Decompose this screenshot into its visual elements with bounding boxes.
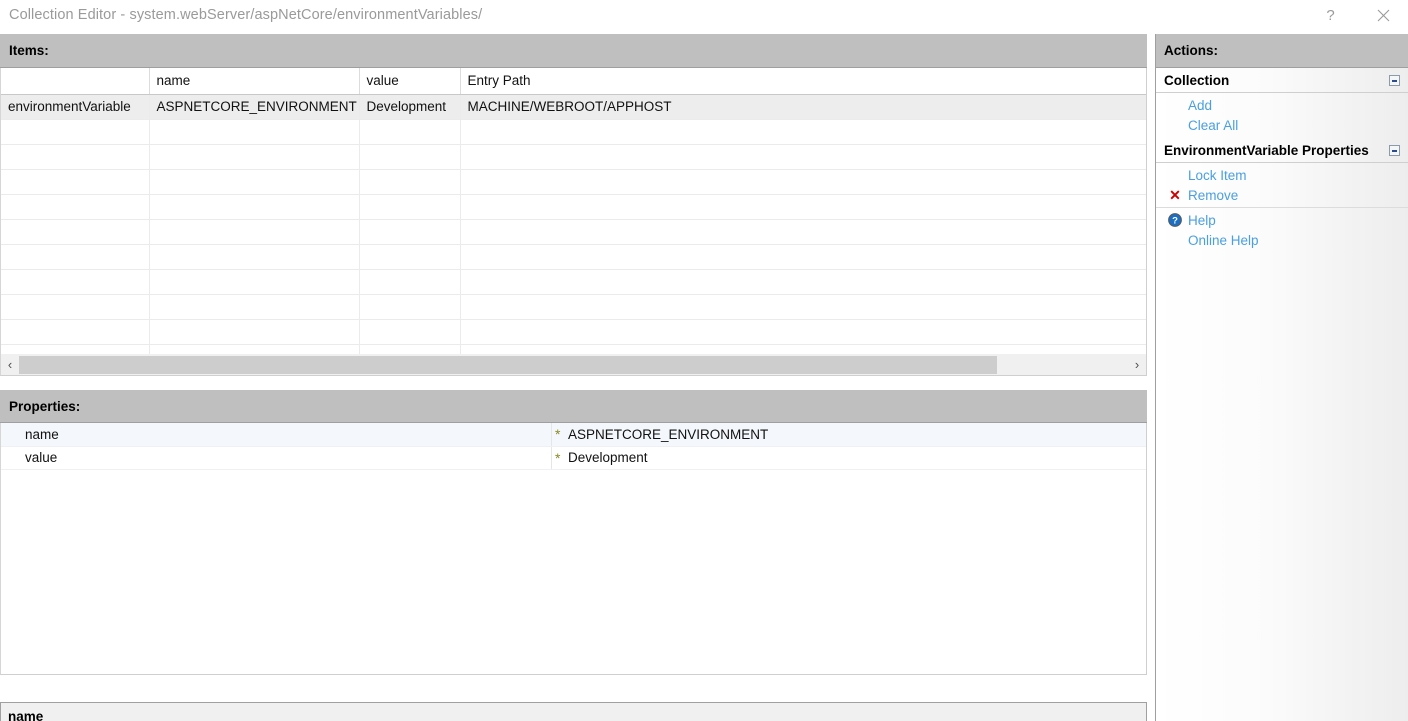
required-asterisk-icon: * [551,446,564,470]
actions-panel: Actions: Collection Add Clear All Enviro… [1155,34,1408,721]
cell-value: Development [359,94,461,120]
action-add-label: Add [1188,97,1213,113]
action-clear-all[interactable]: Clear All [1156,115,1408,135]
properties-grid[interactable]: name * ASPNETCORE_ENVIRONMENT value * De… [0,423,1147,675]
action-icon-placeholder [1166,117,1184,133]
action-online-help-label: Online Help [1188,232,1259,248]
action-online-help[interactable]: Online Help [1156,230,1408,250]
action-lock-item-label: Lock Item [1188,167,1247,183]
property-label-value: value [1,446,552,470]
property-value-name[interactable]: ASPNETCORE_ENVIRONMENT [564,423,1146,447]
table-row[interactable] [1,244,1146,270]
property-label-name: name [1,423,552,447]
properties-table: name * ASPNETCORE_ENVIRONMENT value * De… [1,423,1146,470]
column-header-element[interactable] [1,68,150,95]
cell-element: environmentVariable [1,94,150,120]
action-icon-placeholder [1166,97,1184,113]
properties-section-header: Properties: [0,390,1147,423]
required-asterisk-icon: * [551,423,564,447]
items-label: Items: [9,43,49,58]
action-clear-all-label: Clear All [1188,117,1239,133]
close-button[interactable] [1361,0,1406,30]
action-help[interactable]: ? Help [1156,210,1408,230]
table-row[interactable]: environmentVariable ASPNETCORE_ENVIRONME… [1,94,1146,120]
question-mark-icon: ? [1326,6,1335,24]
scroll-left-arrow-icon[interactable]: ‹ [1,354,19,375]
collapse-minus-icon[interactable] [1389,144,1400,156]
property-row-value[interactable]: value * Development [1,446,1146,470]
close-icon [1377,9,1390,21]
property-value-value[interactable]: Development [564,446,1146,470]
property-row-name[interactable]: name * ASPNETCORE_ENVIRONMENT [1,423,1146,447]
table-row[interactable] [1,119,1146,145]
items-table: name value Entry Path environmentVariabl… [1,68,1146,354]
collapse-minus-icon[interactable] [1389,74,1400,86]
properties-label: Properties: [9,398,81,414]
scrollbar-track[interactable] [19,355,1128,374]
actions-group-envvar-list: Lock Item ✕ Remove ? Help Online Help [1156,163,1408,253]
action-help-label: Help [1188,212,1216,228]
actions-group-collection-title: Collection [1164,72,1230,88]
actions-group-envvar-header[interactable]: EnvironmentVariable Properties [1156,138,1408,163]
table-row[interactable] [1,294,1146,320]
column-header-entry-path[interactable]: Entry Path [460,68,1146,95]
cell-name: ASPNETCORE_ENVIRONMENT [149,94,360,120]
items-horizontal-scrollbar[interactable]: ‹ › [0,354,1147,376]
description-title: name [8,709,44,721]
actions-label: Actions: [1164,43,1218,58]
action-add[interactable]: Add [1156,95,1408,115]
table-row[interactable] [1,194,1146,220]
svg-text:?: ? [1172,216,1178,227]
column-header-name[interactable]: name [149,68,360,95]
cell-entry-path: MACHINE/WEBROOT/APPHOST [460,94,1146,120]
main-content-column: Items: name value Entry Path environment… [0,30,1149,721]
table-row[interactable] [1,219,1146,245]
action-icon-placeholder [1166,167,1184,183]
red-x-icon: ✕ [1169,187,1181,203]
scroll-right-arrow-icon[interactable]: › [1128,354,1146,375]
items-section-header: Items: [0,34,1147,68]
action-icon-placeholder [1166,232,1184,248]
table-row[interactable] [1,319,1146,345]
actions-group-collection-header[interactable]: Collection [1156,68,1408,93]
table-row[interactable] [1,169,1146,195]
actions-group-collection-list: Add Clear All [1156,93,1408,138]
items-table-header-row: name value Entry Path [1,68,1146,95]
description-pane: name Data Type:string [0,702,1147,721]
action-remove-label: Remove [1188,187,1239,203]
actions-group-envvar-title: EnvironmentVariable Properties [1164,142,1369,158]
action-remove[interactable]: ✕ Remove [1156,185,1408,205]
help-circle-icon: ? [1166,212,1184,228]
actions-section-header: Actions: [1156,34,1408,68]
help-button[interactable]: ? [1308,0,1353,30]
window-title: Collection Editor - system.webServer/asp… [9,7,483,23]
action-lock-item[interactable]: Lock Item [1156,165,1408,185]
items-grid[interactable]: name value Entry Path environmentVariabl… [0,68,1147,354]
collection-editor-window: Collection Editor - system.webServer/asp… [0,0,1408,721]
table-row[interactable] [1,144,1146,170]
table-row[interactable] [1,344,1146,354]
column-header-value[interactable]: value [359,68,461,95]
title-bar: Collection Editor - system.webServer/asp… [0,0,1408,30]
actions-divider [1156,207,1408,208]
table-row[interactable] [1,269,1146,295]
scrollbar-thumb[interactable] [19,355,998,374]
